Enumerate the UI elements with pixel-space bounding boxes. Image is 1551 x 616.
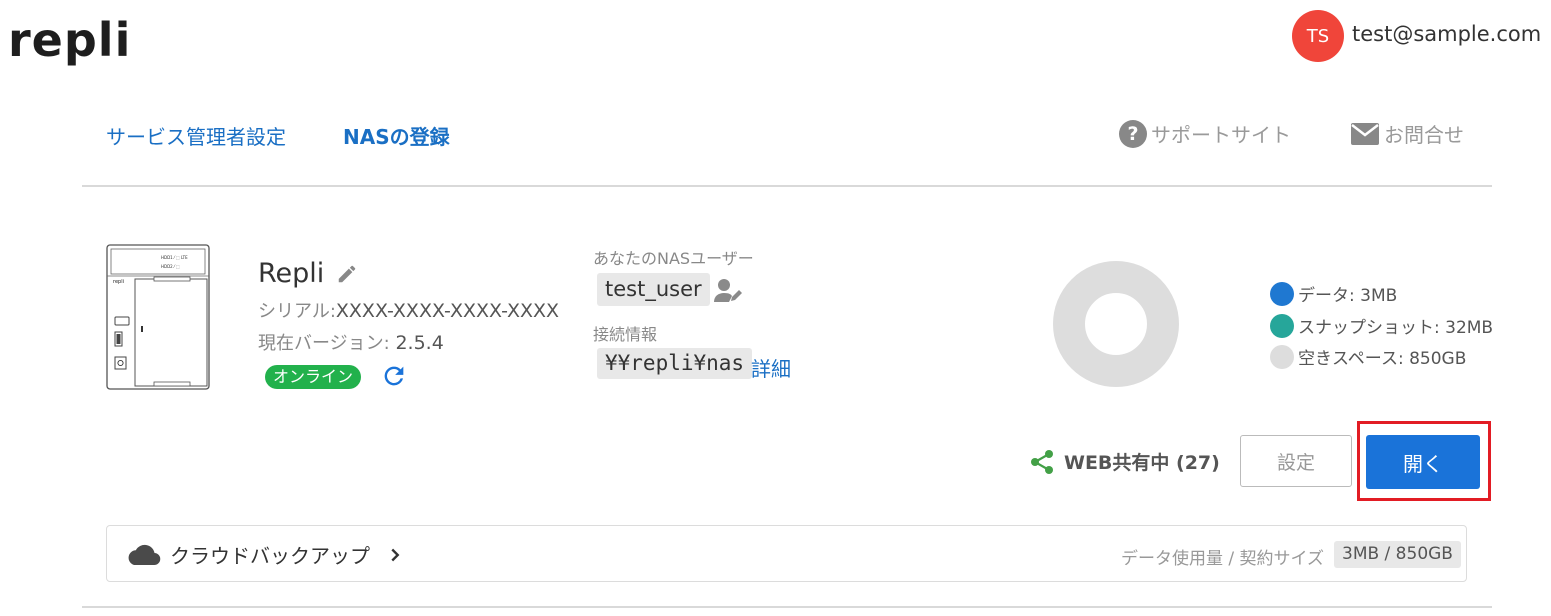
device-version: 現在バージョン: 2.5.4 [258, 329, 444, 355]
nav-support-site-link[interactable]: ? サポートサイト [1119, 119, 1291, 148]
share-icon [1031, 449, 1053, 474]
repli-logo[interactable]: repli [8, 10, 131, 70]
svg-text:HDD2 ⁄ ⬚: HDD2 ⁄ ⬚ [161, 264, 180, 269]
serial-label: シリアル: [258, 301, 336, 322]
cloud-icon [128, 544, 161, 565]
nas-user-chip: test_user [597, 273, 710, 306]
chevron-right-icon [391, 548, 400, 561]
svg-text:HDD1 ⁄ ⬚ LTE: HDD1 ⁄ ⬚ LTE [161, 255, 188, 260]
nav-admin-settings-link[interactable]: サービス管理者設定 [106, 121, 286, 150]
web-share-label: WEB共有中 (27) [1064, 452, 1220, 474]
svg-text:repli: repli [113, 279, 124, 285]
edit-pencil-icon[interactable] [336, 263, 358, 285]
version-value: 2.5.4 [395, 332, 444, 354]
legend-snapshot-dot [1270, 313, 1294, 338]
legend-free-dot [1270, 344, 1294, 369]
connection-detail-link[interactable]: 詳細 [751, 353, 791, 382]
legend-data-dot [1270, 281, 1294, 306]
user-email[interactable]: test@sample.com [1352, 22, 1541, 46]
footer-divider [82, 606, 1492, 608]
cloud-usage-label: データ使用量 / 契約サイズ [1121, 549, 1325, 569]
device-serial: シリアル:XXXX-XXXX-XXXX-XXXX [258, 297, 559, 323]
legend-data: データ: 3MB [1270, 281, 1397, 306]
help-icon: ? [1119, 119, 1147, 148]
device-name: Repli [258, 258, 358, 289]
cloud-usage-value: 3MB / 850GB [1334, 541, 1461, 568]
serial-value: XXXX-XXXX-XXXX-XXXX [335, 300, 560, 322]
nav-divider [82, 185, 1492, 187]
settings-button[interactable]: 設定 [1240, 435, 1352, 487]
legend-snapshot: スナップショット: 32MB [1270, 313, 1493, 338]
user-edit-icon[interactable] [713, 276, 743, 304]
nav-contact-link[interactable]: お問合せ [1350, 119, 1464, 148]
connection-label: 接続情報 [593, 325, 658, 344]
user-avatar[interactable]: TS [1292, 10, 1344, 62]
nas-device-image: HDD1 ⁄ ⬚ LTE HDD2 ⁄ ⬚ repli [106, 244, 210, 390]
refresh-icon[interactable] [380, 362, 408, 390]
legend-snapshot-label: スナップショット: 32MB [1298, 318, 1494, 338]
mail-icon [1351, 122, 1379, 145]
open-button[interactable]: 開く [1366, 435, 1480, 489]
legend-free: 空きスペース: 850GB [1270, 344, 1466, 369]
legend-data-label: データ: 3MB [1298, 286, 1398, 306]
legend-free-label: 空きスペース: 850GB [1298, 349, 1467, 369]
web-share-link[interactable]: WEB共有中 (27) [1030, 448, 1220, 475]
connection-path-chip: ¥¥repli¥nas [597, 348, 753, 379]
contact-label: お問合せ [1384, 123, 1464, 147]
cloud-backup-toggle[interactable]: クラウドバックアップ [126, 540, 406, 569]
cloud-backup-title: クラウドバックアップ [170, 544, 370, 568]
storage-donut-chart [1053, 261, 1179, 387]
device-name-label: Repli [258, 258, 325, 289]
nav-nas-register-link[interactable]: NASの登録 [343, 121, 450, 150]
version-label: 現在バージョン: [258, 333, 396, 354]
support-site-label: サポートサイト [1151, 123, 1291, 147]
nas-user-label: あなたのNASユーザー [593, 249, 754, 268]
status-badge: オンライン [265, 365, 362, 389]
